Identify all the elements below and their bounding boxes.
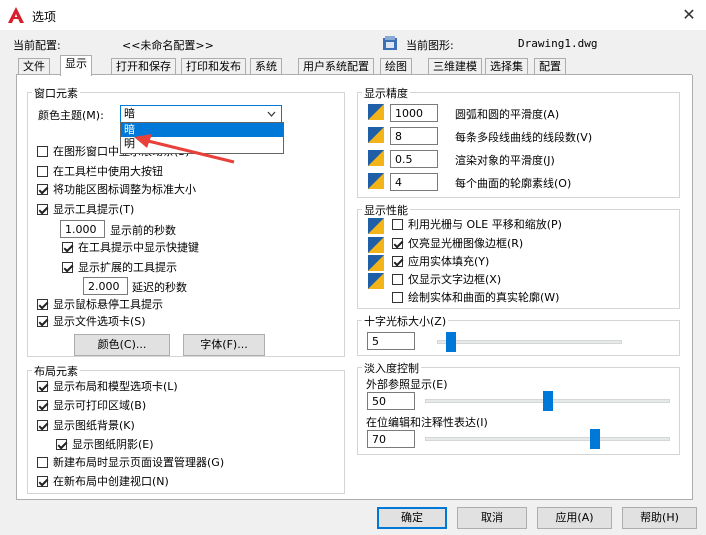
drawing-saved-icon (368, 237, 384, 253)
chevron-down-icon (267, 111, 276, 117)
help-button[interactable]: 帮助(H) (622, 507, 697, 529)
colors-button[interactable]: 颜色(C)... (74, 334, 170, 356)
contour-lines-input[interactable]: 4 (390, 173, 438, 191)
arc-smoothness-label: 圆弧和圆的平滑度(A) (455, 108, 560, 121)
large-buttons-checkbox[interactable] (37, 166, 48, 177)
apply-solid-fill-checkbox[interactable] (392, 256, 403, 267)
render-smoothness-label: 渲染对象的平滑度(J) (455, 154, 555, 167)
show-page-setup-manager-checkbox[interactable] (37, 457, 48, 468)
segments-label: 每条多段线曲线的线段数(V) (455, 131, 593, 144)
drawing-saved-icon (368, 104, 384, 120)
drawing-saved-icon (368, 173, 384, 189)
true-silhouettes-checkbox[interactable] (392, 292, 403, 303)
layout-elements-title: 布局元素 (32, 363, 80, 379)
text-boundary-frame-checkbox[interactable] (392, 274, 403, 285)
current-config-value: <<未命名配置>> (122, 39, 214, 52)
contour-lines-label: 每个曲面的轮廓素线(O) (455, 177, 572, 190)
seconds-before-input[interactable]: 1.000 (60, 220, 105, 238)
drawing-saved-icon (368, 150, 384, 166)
inplace-edit-slider-thumb[interactable] (589, 429, 600, 449)
drawing-saved-icon (368, 127, 384, 143)
show-shortcut-keys-checkbox[interactable] (62, 242, 73, 253)
ok-button[interactable]: 确定 (377, 507, 447, 529)
xref-display-input[interactable]: 50 (367, 392, 415, 410)
raster-pan-zoom-checkbox[interactable] (392, 219, 403, 230)
show-printable-area-checkbox[interactable] (37, 400, 48, 411)
tab-3d-modeling[interactable]: 三维建模 (428, 58, 482, 75)
xref-display-slider-thumb[interactable] (542, 391, 553, 411)
delay-seconds-label: 延迟的秒数 (132, 281, 187, 294)
show-rollover-tooltips-checkbox[interactable] (37, 299, 48, 310)
cancel-button[interactable]: 取消 (457, 507, 527, 529)
close-icon[interactable]: ✕ (678, 4, 700, 26)
color-theme-select[interactable]: 暗 (120, 105, 282, 123)
tab-files[interactable]: 文件 (18, 58, 50, 75)
create-viewport-checkbox[interactable] (37, 476, 48, 487)
seconds-before-label: 显示前的秒数 (110, 224, 176, 237)
color-theme-value: 暗 (124, 107, 135, 120)
autocad-app-icon (8, 7, 24, 23)
tab-system[interactable]: 系统 (250, 58, 282, 75)
segments-input[interactable]: 8 (390, 127, 438, 145)
show-paper-background-checkbox[interactable] (37, 420, 48, 431)
current-config-label: 当前配置: (13, 39, 61, 52)
xref-display-label: 外部参照显示(E) (366, 378, 448, 391)
show-file-tabs-checkbox[interactable] (37, 316, 48, 327)
fonts-button[interactable]: 字体(F)... (183, 334, 265, 356)
window-elements-title: 窗口元素 (32, 85, 80, 101)
show-tooltips-checkbox[interactable] (37, 204, 48, 215)
show-layout-tabs-checkbox[interactable] (37, 381, 48, 392)
show-paper-shadow-checkbox[interactable] (56, 439, 67, 450)
show-scrollbars-checkbox[interactable] (37, 146, 48, 157)
arc-smoothness-input[interactable]: 1000 (390, 104, 438, 122)
fade-control-title: 淡入度控制 (362, 360, 421, 376)
inplace-edit-slider-track (425, 437, 670, 441)
drawing-saved-icon (368, 218, 384, 234)
drawing-saved-icon (368, 273, 384, 289)
inplace-edit-input[interactable]: 70 (367, 430, 415, 448)
resize-ribbon-icons-checkbox[interactable] (37, 184, 48, 195)
tab-user-preferences[interactable]: 用户系统配置 (298, 58, 374, 75)
crosshair-size-slider-track (437, 340, 622, 344)
annotation-arrow-icon (134, 134, 235, 164)
highlight-raster-frame-checkbox[interactable] (392, 238, 403, 249)
tab-selection[interactable]: 选择集 (485, 58, 528, 75)
tab-open-save[interactable]: 打开和保存 (111, 58, 176, 75)
display-resolution-title: 显示精度 (362, 85, 410, 101)
tab-display[interactable]: 显示 (60, 55, 92, 76)
tab-profiles[interactable]: 配置 (534, 58, 566, 75)
current-drawing-value: Drawing1.dwg (518, 37, 598, 50)
drawing-icon (383, 36, 397, 50)
crosshair-size-title: 十字光标大小(Z) (362, 313, 449, 329)
window-title: 选项 (32, 10, 57, 24)
inplace-edit-label: 在位编辑和注释性表达(I) (366, 416, 488, 429)
apply-button[interactable]: 应用(A) (537, 507, 612, 529)
drawing-saved-icon (368, 255, 384, 271)
tab-plot-publish[interactable]: 打印和发布 (181, 58, 246, 75)
display-performance-title: 显示性能 (362, 202, 410, 218)
color-theme-label: 颜色主题(M): (38, 109, 104, 122)
current-drawing-label: 当前图形: (406, 39, 454, 52)
show-extended-tooltips-checkbox[interactable] (62, 262, 73, 273)
crosshair-size-slider-thumb[interactable] (445, 332, 456, 352)
crosshair-size-input[interactable]: 5 (367, 332, 415, 350)
render-smoothness-input[interactable]: 0.5 (390, 150, 438, 168)
title-bar (0, 0, 706, 30)
delay-seconds-input[interactable]: 2.000 (83, 277, 128, 295)
tab-drafting[interactable]: 绘图 (380, 58, 412, 75)
